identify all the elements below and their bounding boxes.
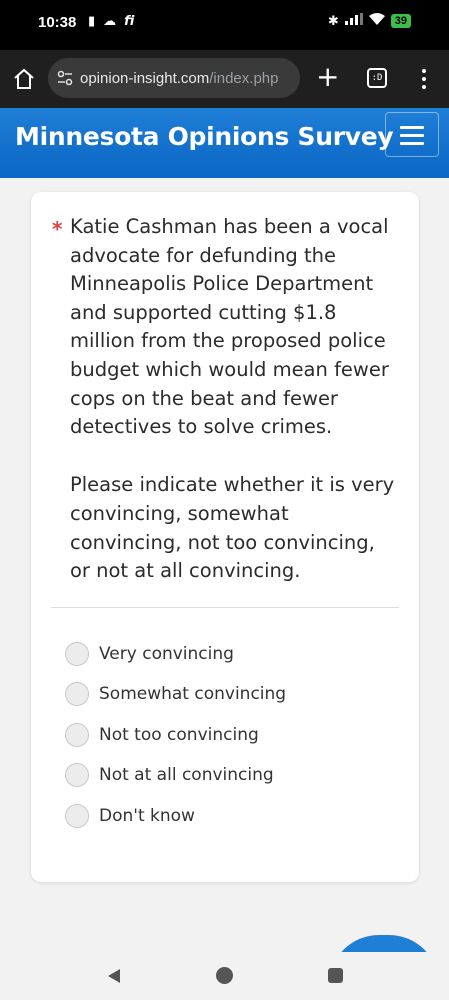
status-time: 10:38	[38, 14, 77, 31]
status-bar: 10:38 ▮ ☁ fi ✱ 39	[0, 0, 449, 50]
navigation-bar	[0, 952, 449, 1000]
radio-button[interactable]	[65, 642, 89, 666]
hamburger-icon[interactable]	[385, 112, 439, 157]
option-not-too-convincing[interactable]: Not too convincing	[65, 722, 259, 748]
signal-icon	[344, 13, 363, 29]
option-very-convincing[interactable]: Very convincing	[65, 641, 234, 667]
cloud-icon: ☁	[103, 14, 117, 29]
divider	[51, 607, 399, 608]
carrier-label: fi	[124, 14, 135, 29]
wifi-icon	[368, 13, 385, 29]
option-label: Don't know	[99, 806, 195, 826]
status-left-icons: ▮ ☁ fi	[88, 14, 134, 29]
back-icon[interactable]	[104, 966, 124, 986]
browser-toolbar: opinion-insight.com/index.php + :D	[0, 50, 449, 108]
home-icon[interactable]	[12, 67, 36, 91]
plus-icon[interactable]: +	[316, 63, 339, 92]
address-bar[interactable]: opinion-insight.com/index.php	[48, 58, 300, 98]
page-title: Minnesota Opinions Survey	[15, 122, 394, 151]
tabs-icon[interactable]: :D	[367, 68, 387, 88]
question-instruction: Please indicate whether it is very convi…	[70, 473, 395, 583]
option-dont-know[interactable]: Don't know	[65, 803, 195, 829]
radio-button[interactable]	[65, 723, 89, 747]
battery-saver-icon: ▮	[88, 14, 96, 29]
required-marker: *	[52, 217, 63, 241]
url-path: /index.php	[209, 69, 279, 87]
option-label: Not too convincing	[99, 725, 259, 745]
option-label: Not at all convincing	[99, 765, 274, 785]
battery-indicator: 39	[390, 14, 411, 28]
option-label: Very convincing	[99, 644, 234, 664]
option-label: Somewhat convincing	[99, 684, 287, 704]
url-text: opinion-insight.com/index.php	[80, 70, 278, 87]
more-vert-icon[interactable]	[419, 67, 429, 91]
url-domain: opinion-insight.com	[80, 69, 210, 87]
status-right-icons: ✱ 39	[328, 13, 411, 29]
question-card: * Katie Cashman has been a vocal advocat…	[31, 192, 419, 882]
survey-header: Minnesota Opinions Survey	[0, 108, 449, 178]
bluetooth-icon: ✱	[327, 13, 339, 29]
radio-button[interactable]	[65, 804, 89, 828]
site-settings-icon[interactable]	[56, 69, 74, 87]
radio-button[interactable]	[65, 682, 89, 706]
option-not-at-all-convincing[interactable]: Not at all convincing	[65, 762, 274, 788]
home-nav-icon[interactable]	[216, 967, 233, 984]
option-somewhat-convincing[interactable]: Somewhat convincing	[65, 681, 286, 707]
recents-icon[interactable]	[328, 968, 343, 983]
question-text: Katie Cashman has been a vocal advocate …	[70, 215, 389, 439]
radio-button[interactable]	[65, 763, 89, 787]
